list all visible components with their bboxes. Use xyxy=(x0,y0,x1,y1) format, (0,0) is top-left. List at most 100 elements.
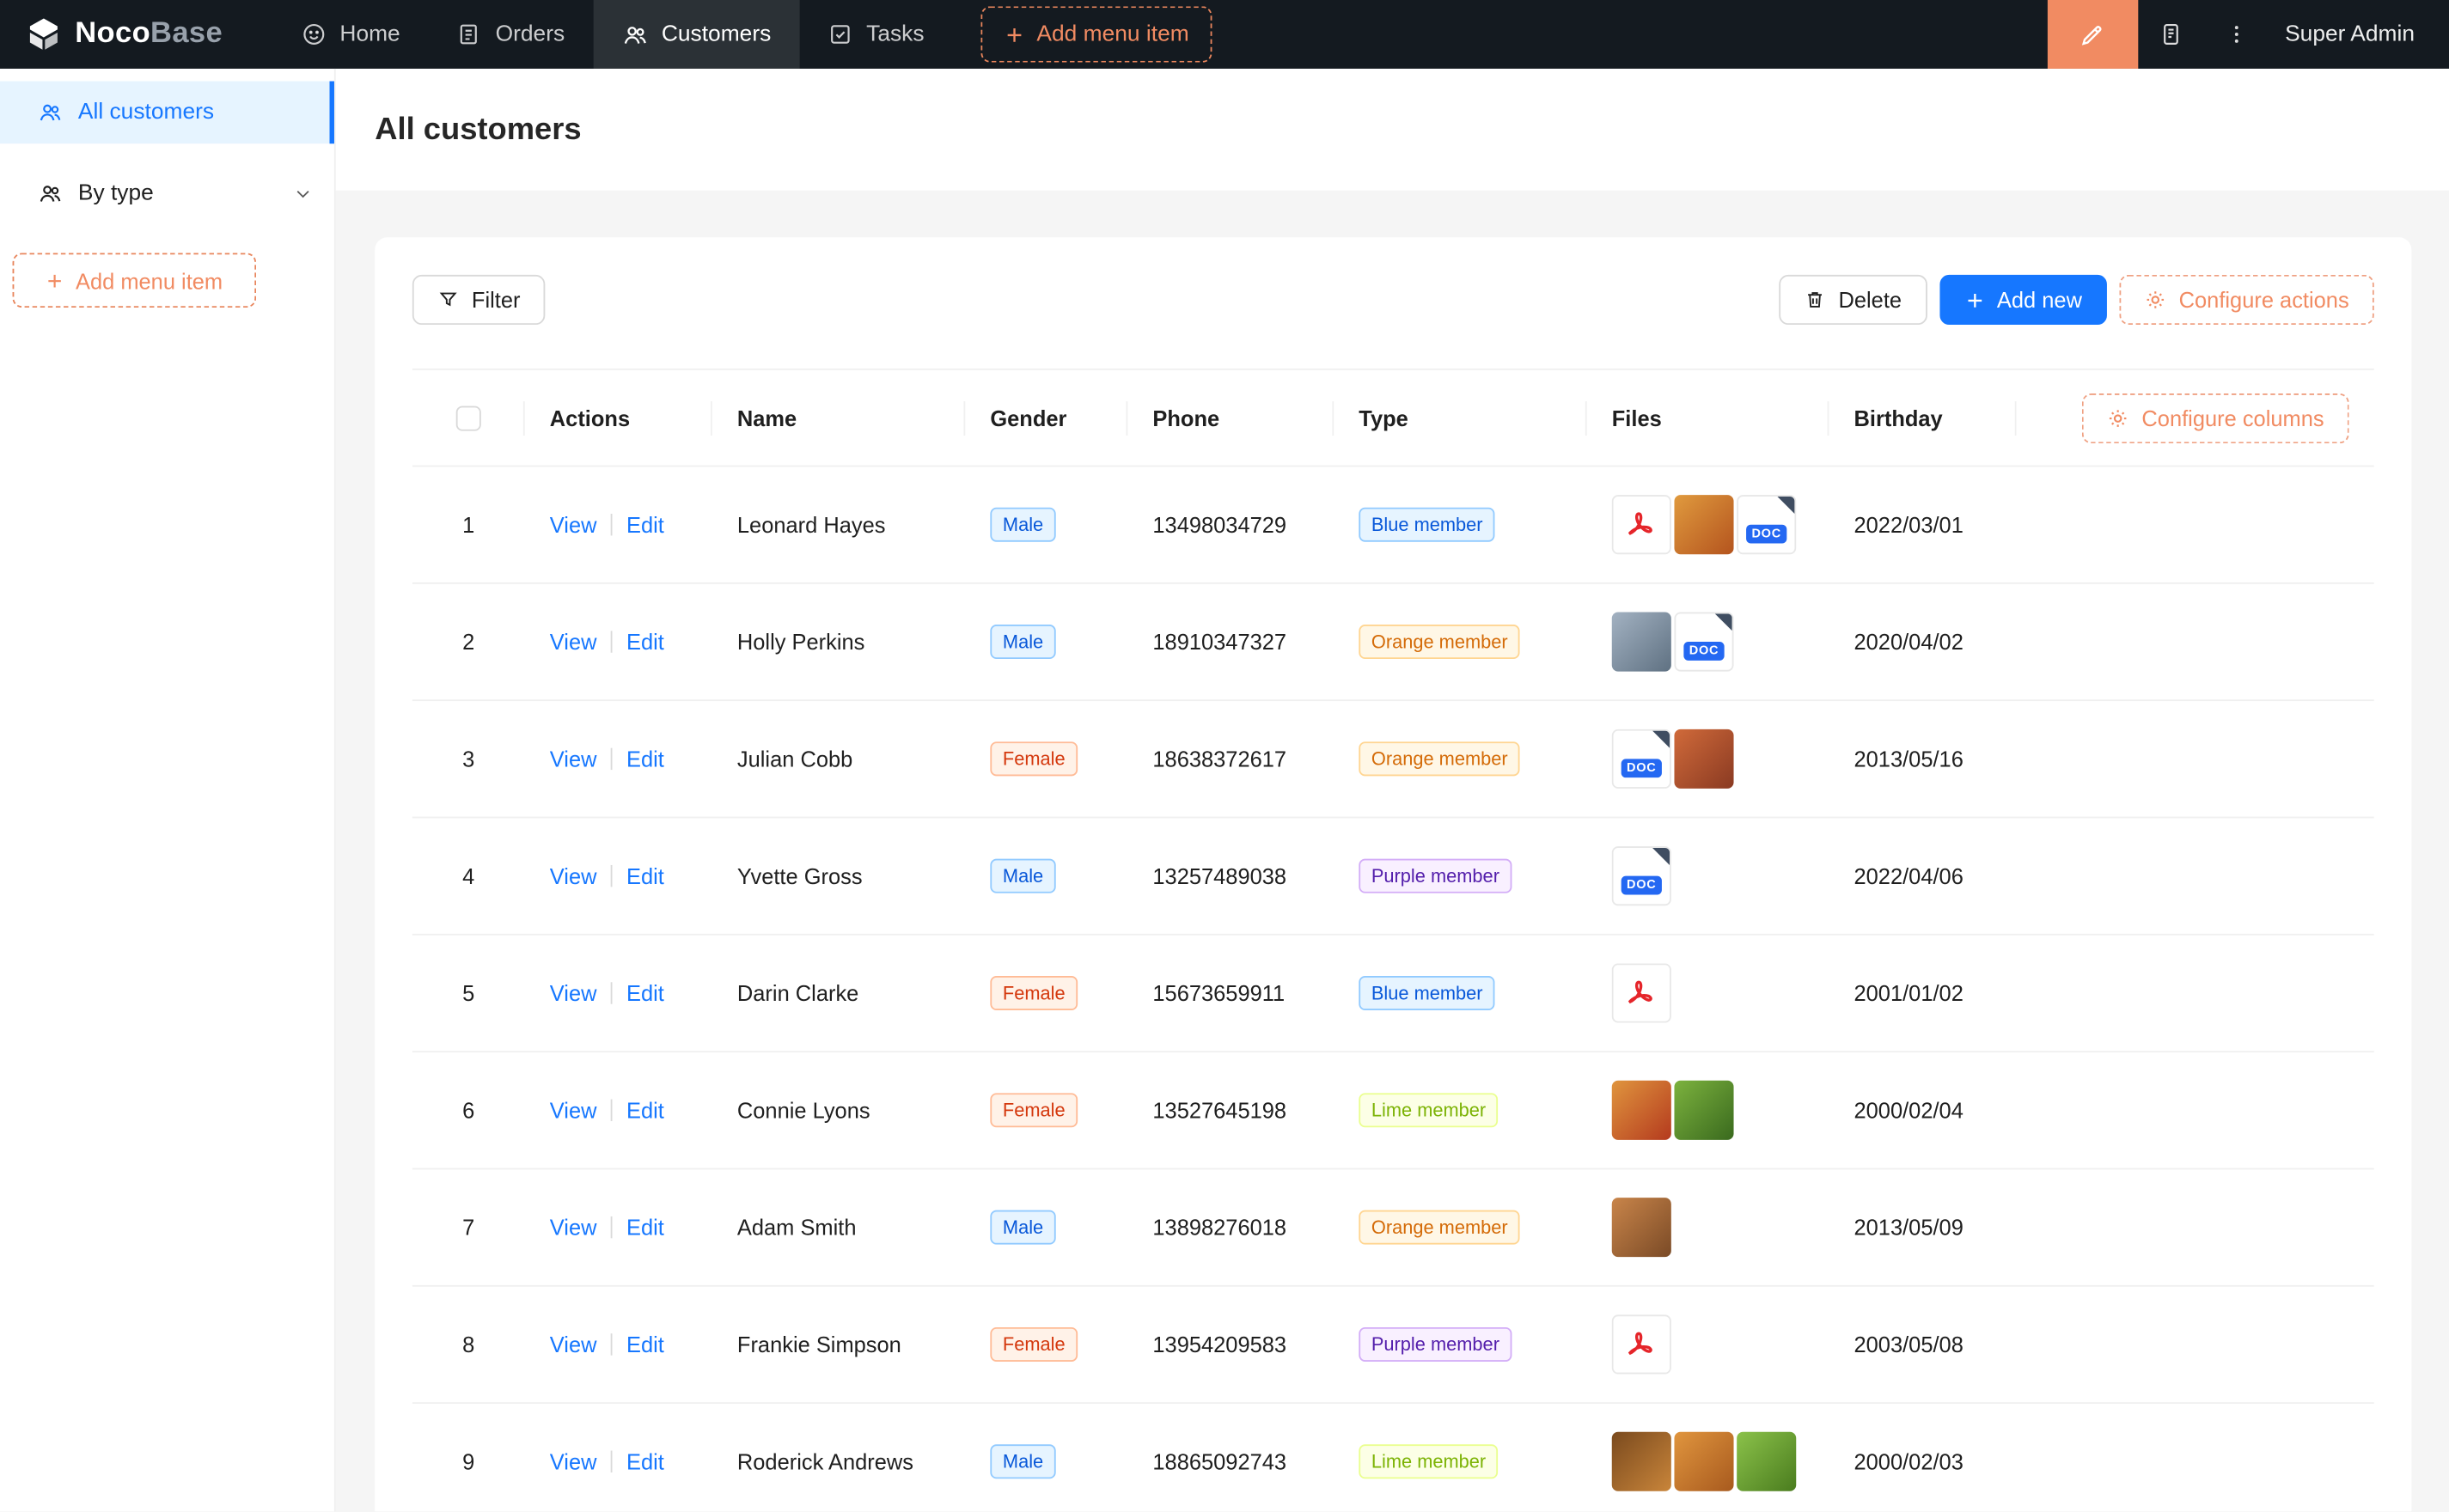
sidebar-item-by-type[interactable]: By type xyxy=(0,162,334,225)
table-row: 3 View Edit Julian Cobb Female 186383726… xyxy=(412,701,2374,818)
column-header-name: Name xyxy=(712,405,965,430)
doc-badge-label: DOC xyxy=(1683,642,1725,661)
main-content: All customers Filter Delete xyxy=(336,69,2449,1511)
view-link[interactable]: View xyxy=(550,1098,597,1123)
gender-tag: Female xyxy=(990,741,1078,776)
customer-name: Roderick Andrews xyxy=(712,1449,965,1474)
customers-table: Actions Name Gender Phone Type Files Bir… xyxy=(412,369,2374,1511)
view-link[interactable]: View xyxy=(550,512,597,537)
pdf-file-icon[interactable] xyxy=(1612,495,1671,554)
delete-button[interactable]: Delete xyxy=(1779,275,1927,325)
gender-tag: Female xyxy=(990,976,1078,1010)
usergroup-icon xyxy=(38,181,63,206)
customer-name: Frankie Simpson xyxy=(712,1332,965,1357)
pdf-file-icon[interactable] xyxy=(1612,963,1671,1022)
image-thumbnail[interactable] xyxy=(1674,495,1733,554)
user-menu[interactable]: Super Admin xyxy=(2269,0,2449,69)
configure-columns-label: Configure columns xyxy=(2141,405,2324,430)
doc-file-icon[interactable]: DOC xyxy=(1612,729,1671,789)
image-thumbnail[interactable] xyxy=(1612,1198,1671,1257)
nav-item-label: Orders xyxy=(496,21,565,46)
logo-text-light: Base xyxy=(150,17,223,50)
files-list: DOC xyxy=(1612,612,1805,671)
delete-label: Delete xyxy=(1838,287,1902,312)
content-area: Filter Delete Add new xyxy=(336,191,2449,1512)
edit-link[interactable]: Edit xyxy=(626,980,664,1005)
nav-item-label: Tasks xyxy=(866,21,924,46)
image-thumbnail[interactable] xyxy=(1674,1432,1733,1491)
edit-link[interactable]: Edit xyxy=(626,1098,664,1123)
doc-badge-label: DOC xyxy=(1621,876,1663,895)
nav-item-home[interactable]: Home xyxy=(272,0,428,69)
nav-item-tasks[interactable]: Tasks xyxy=(799,0,952,69)
filter-button[interactable]: Filter xyxy=(412,275,546,325)
customers-icon xyxy=(621,21,648,48)
table-row: 7 View Edit Adam Smith Male 13898276018 … xyxy=(412,1169,2374,1286)
nav-item-customers[interactable]: Customers xyxy=(593,0,799,69)
phone: 13954209583 xyxy=(1127,1332,1334,1357)
image-thumbnail[interactable] xyxy=(1737,1432,1796,1491)
view-link[interactable]: View xyxy=(550,1449,597,1474)
configure-actions-button[interactable]: Configure actions xyxy=(2120,275,2374,325)
view-link[interactable]: View xyxy=(550,1215,597,1240)
view-link[interactable]: View xyxy=(550,980,597,1005)
gender-tag: Female xyxy=(990,1093,1078,1127)
edit-link[interactable]: Edit xyxy=(626,1332,664,1357)
table-row: 6 View Edit Connie Lyons Female 13527645… xyxy=(412,1052,2374,1169)
column-header-gender: Gender xyxy=(965,405,1127,430)
edit-link[interactable]: Edit xyxy=(626,747,664,771)
type-tag: Blue member xyxy=(1359,976,1495,1010)
edit-link[interactable]: Edit xyxy=(626,512,664,537)
configure-columns-cell: Configure columns xyxy=(2017,393,2374,442)
table-header-row: Actions Name Gender Phone Type Files Bir… xyxy=(412,370,2374,467)
more-button[interactable] xyxy=(2204,0,2269,69)
image-thumbnail[interactable] xyxy=(1674,1081,1733,1140)
type-tag: Blue member xyxy=(1359,508,1495,542)
doc-file-icon[interactable]: DOC xyxy=(1612,846,1671,905)
image-thumbnail[interactable] xyxy=(1674,729,1733,789)
divider xyxy=(611,748,613,770)
docs-button[interactable] xyxy=(2138,0,2203,69)
edit-link[interactable]: Edit xyxy=(626,629,664,654)
edit-link[interactable]: Edit xyxy=(626,863,664,888)
image-thumbnail[interactable] xyxy=(1612,1081,1671,1140)
ui-editor-button[interactable] xyxy=(2048,0,2138,69)
sidebar-item-all-customers[interactable]: All customers xyxy=(0,82,334,144)
view-link[interactable]: View xyxy=(550,747,597,771)
doc-file-icon[interactable]: DOC xyxy=(1674,612,1733,671)
type-tag: Purple member xyxy=(1359,1327,1512,1362)
edit-link[interactable]: Edit xyxy=(626,1449,664,1474)
doc-file-icon[interactable]: DOC xyxy=(1737,495,1796,554)
doc-badge-label: DOC xyxy=(1621,759,1663,777)
view-link[interactable]: View xyxy=(550,863,597,888)
edit-link[interactable]: Edit xyxy=(626,1215,664,1240)
divider xyxy=(611,514,613,535)
phone: 18638372617 xyxy=(1127,747,1334,771)
view-link[interactable]: View xyxy=(550,629,597,654)
configure-columns-button[interactable]: Configure columns xyxy=(2082,393,2348,442)
logo-text-bold: Noco xyxy=(75,17,150,50)
nocobase-logo[interactable]: NocoBase xyxy=(0,0,251,69)
sidebar-add-menu-item-button[interactable]: Add menu item xyxy=(13,253,257,308)
app-window: NocoBase Home Orders Customers Tasks xyxy=(0,0,2449,1511)
sidebar: All customers By type Add menu item xyxy=(0,69,336,1511)
view-link[interactable]: View xyxy=(550,1332,597,1357)
nav-item-orders[interactable]: Orders xyxy=(428,0,592,69)
row-index: 2 xyxy=(462,629,474,654)
tasks-icon xyxy=(828,21,852,46)
select-all-checkbox[interactable] xyxy=(456,405,481,430)
gender-tag: Male xyxy=(990,1444,1055,1478)
phone: 18910347327 xyxy=(1127,629,1334,654)
pdf-file-icon[interactable] xyxy=(1612,1314,1671,1374)
add-menu-item-button[interactable]: Add menu item xyxy=(980,6,1212,62)
sidebar-item-label: All customers xyxy=(78,100,214,125)
image-thumbnail[interactable] xyxy=(1612,1432,1671,1491)
page-header: All customers xyxy=(336,69,2449,191)
customer-name: Leonard Hayes xyxy=(712,512,965,537)
type-tag: Orange member xyxy=(1359,741,1520,776)
files-list xyxy=(1612,1198,1805,1257)
table-row: 5 View Edit Darin Clarke Female 15673659… xyxy=(412,936,2374,1052)
add-new-button[interactable]: Add new xyxy=(1939,275,2107,325)
image-thumbnail[interactable] xyxy=(1612,612,1671,671)
phone: 13498034729 xyxy=(1127,512,1334,537)
